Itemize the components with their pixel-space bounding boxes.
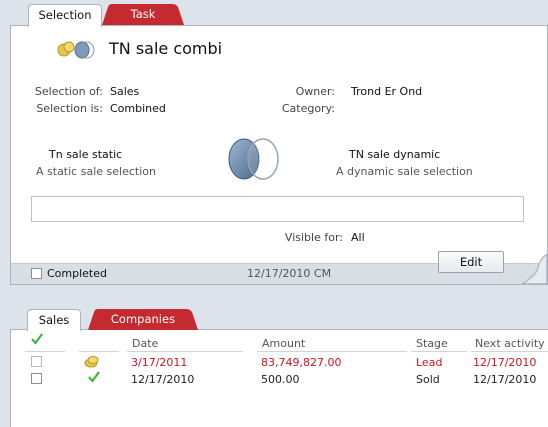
visible-for-value: All (351, 231, 365, 244)
footer-date: 12/17/2010 CM (247, 267, 332, 280)
completed-label: Completed (47, 267, 107, 280)
combination-operator-icon[interactable] (227, 136, 281, 185)
coins-icon (84, 354, 100, 371)
selection-is-value: Combined (110, 102, 166, 115)
header-divider (79, 351, 119, 352)
row-next-activity: 12/17/2010 (473, 356, 537, 369)
tab-task-label: Task (130, 7, 156, 21)
column-header-stage[interactable]: Stage (416, 337, 448, 350)
visible-for-label: Visible for: (284, 231, 343, 244)
header-divider (471, 351, 548, 352)
check-all-icon[interactable] (31, 333, 43, 348)
page-curl-icon (520, 253, 548, 287)
left-set-name: Tn sale static (49, 148, 123, 161)
row-date: 12/17/2010 (131, 373, 195, 386)
row-stage: Sold (416, 373, 440, 386)
row-amount: 83,749,827.00 (261, 356, 342, 369)
description-field[interactable] (31, 196, 524, 222)
tab-sales[interactable]: Sales (27, 309, 81, 331)
tab-selection-label: Selection (38, 8, 92, 22)
selection-is-label: Selection is: (36, 102, 103, 115)
tab-task[interactable]: Task (102, 4, 184, 25)
header-divider (25, 351, 65, 352)
row-amount: 500.00 (261, 373, 300, 386)
sales-panel: Date Amount Stage Next activity 3/17/201… (10, 329, 548, 427)
column-header-date[interactable]: Date (132, 337, 158, 350)
selection-of-value: Sales (110, 85, 140, 98)
header-divider (257, 351, 407, 352)
completed-checkbox[interactable] (31, 268, 42, 279)
header-divider (127, 351, 243, 352)
row-stage: Lead (416, 356, 443, 369)
selection-icon (55, 39, 99, 62)
right-set-name: TN sale dynamic (349, 148, 441, 161)
left-set-description: A static sale selection (36, 165, 156, 178)
right-set-description: A dynamic sale selection (336, 165, 473, 178)
tab-selection[interactable]: Selection (28, 4, 102, 27)
row-checkbox[interactable] (31, 356, 42, 367)
row-date: 3/17/2011 (131, 356, 188, 369)
selection-of-label: Selection of: (34, 85, 103, 98)
edit-button[interactable]: Edit (438, 251, 504, 273)
column-header-amount[interactable]: Amount (262, 337, 305, 350)
header-divider (411, 351, 467, 352)
tab-sales-label: Sales (38, 313, 70, 327)
column-header-next-activity[interactable]: Next activity (475, 337, 545, 350)
owner-value: Trond Er Ond (351, 85, 423, 98)
tab-companies-label: Companies (110, 312, 176, 326)
row-checkbox[interactable] (31, 373, 42, 384)
row-next-activity: 12/17/2010 (473, 373, 537, 386)
category-label: Category: (281, 102, 335, 115)
owner-label: Owner: (295, 85, 335, 98)
tab-companies[interactable]: Companies (88, 309, 198, 330)
check-icon (88, 371, 100, 386)
page-title: TN sale combi (109, 39, 223, 58)
selection-card: TN sale combi Selection of: Sales Select… (10, 25, 548, 285)
